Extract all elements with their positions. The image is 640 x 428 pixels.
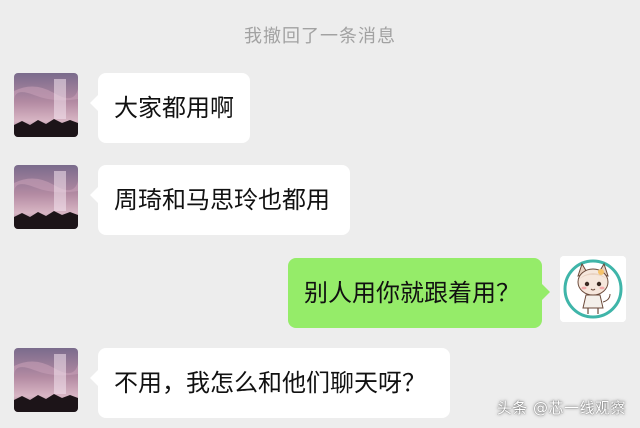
cat-girl-icon: [560, 256, 626, 322]
message-bubble[interactable]: 大家都用啊: [90, 73, 250, 143]
contact-avatar[interactable]: [14, 165, 78, 229]
message-text: 别人用你就跟着用？: [304, 279, 520, 307]
sunset-sky-icon: [14, 348, 78, 412]
message-bubble[interactable]: 不用，我怎么和他们聊天呀？: [90, 348, 450, 418]
recalled-message-notice: 我撤回了一条消息: [244, 26, 396, 47]
sunset-sky-icon: [14, 165, 78, 229]
message-text: 不用，我怎么和他们聊天呀？: [114, 369, 426, 397]
message-text: 大家都用啊: [114, 94, 234, 122]
contact-avatar[interactable]: [14, 348, 78, 412]
message-bubble[interactable]: 周琦和马思玲也都用: [90, 165, 350, 235]
contact-avatar[interactable]: [14, 73, 78, 137]
message-bubble-self[interactable]: 别人用你就跟着用？: [288, 258, 550, 328]
message-text: 周琦和马思玲也都用: [114, 186, 330, 214]
self-avatar[interactable]: [560, 256, 626, 322]
watermark-text: 头条 @芯一线观察: [496, 399, 626, 417]
sunset-sky-icon: [14, 73, 78, 137]
